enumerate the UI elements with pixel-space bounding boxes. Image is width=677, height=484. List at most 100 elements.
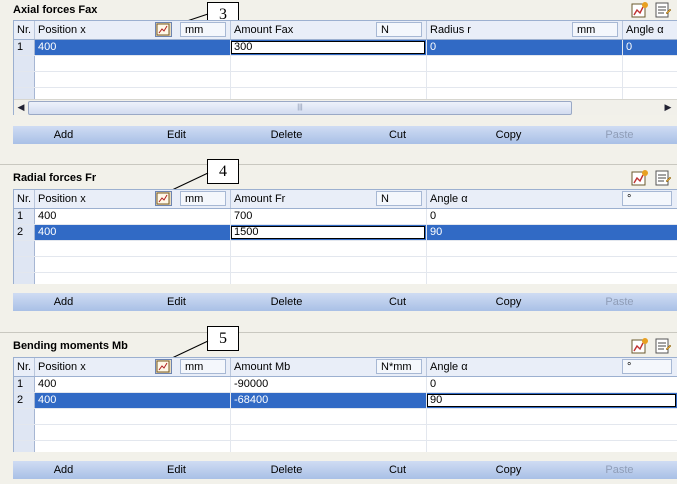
panel-divider	[0, 164, 677, 165]
delete-button[interactable]: Delete	[237, 293, 336, 311]
position-unit[interactable]: mm	[180, 359, 226, 374]
paste-button[interactable]: Paste	[570, 126, 669, 144]
empty-cell	[231, 56, 427, 71]
position-cell[interactable]: 400	[35, 225, 231, 240]
table-row-empty	[14, 56, 677, 72]
scroll-left-icon[interactable]: ◀	[14, 101, 28, 114]
notes-icon[interactable]	[654, 169, 672, 187]
row-number: 2	[14, 393, 35, 408]
empty-cell	[35, 409, 231, 424]
notes-icon[interactable]	[654, 337, 672, 355]
table-row-empty	[14, 409, 677, 425]
cut-button[interactable]: Cut	[348, 461, 447, 479]
empty-cell	[231, 425, 427, 440]
empty-cell	[231, 273, 427, 284]
table-row-empty	[14, 441, 677, 452]
amount-cell[interactable]: -90000	[231, 377, 427, 392]
empty-cell	[427, 56, 623, 71]
col-angle-label: Angle α	[430, 361, 468, 373]
chart-icon[interactable]	[631, 1, 649, 19]
position-cell[interactable]: 400	[35, 393, 231, 408]
position-chart-button[interactable]	[155, 22, 172, 37]
cut-button[interactable]: Cut	[348, 126, 447, 144]
col-nr-header: Nr.	[14, 358, 35, 376]
add-button[interactable]: Add	[14, 293, 113, 311]
table-row-empty	[14, 88, 677, 99]
delete-button[interactable]: Delete	[237, 461, 336, 479]
add-button[interactable]: Add	[14, 461, 113, 479]
delete-button[interactable]: Delete	[237, 126, 336, 144]
radius-cell[interactable]: 0	[427, 40, 623, 55]
position-unit[interactable]: mm	[180, 22, 226, 37]
copy-button[interactable]: Copy	[459, 126, 558, 144]
position-chart-button[interactable]	[155, 191, 172, 206]
table-row[interactable]: 1 400 300 0 0	[14, 40, 677, 56]
chart-icon[interactable]	[631, 169, 649, 187]
position-cell[interactable]: 400	[35, 377, 231, 392]
edit-button[interactable]: Edit	[127, 126, 226, 144]
amount-cell[interactable]: 1500	[231, 225, 427, 240]
position-chart-button[interactable]	[155, 359, 172, 374]
col-position-label: Position x	[38, 24, 86, 36]
amount-unit[interactable]: N	[376, 22, 422, 37]
amount-edit-field[interactable]: 1500	[231, 226, 425, 239]
copy-button[interactable]: Copy	[459, 461, 558, 479]
col-angle-header: Angle α	[626, 24, 664, 36]
row-number	[14, 241, 35, 256]
angle-unit[interactable]: °	[622, 359, 672, 374]
table-row-empty	[14, 273, 677, 284]
angle-cell[interactable]: 0	[623, 40, 677, 55]
row-number	[14, 273, 35, 284]
notes-icon[interactable]	[654, 1, 672, 19]
callout-label: 5	[207, 326, 239, 351]
position-cell[interactable]: 400	[35, 40, 231, 55]
cut-button[interactable]: Cut	[348, 293, 447, 311]
empty-cell	[231, 88, 427, 99]
angle-cell[interactable]: 0	[427, 209, 677, 224]
amount-cell[interactable]: -68400	[231, 393, 427, 408]
table-row[interactable]: 1 400 700 0	[14, 209, 677, 225]
amount-edit-field[interactable]: 300	[231, 41, 425, 54]
row-number: 1	[14, 209, 35, 224]
amount-unit[interactable]: N	[376, 191, 422, 206]
position-cell[interactable]: 400	[35, 209, 231, 224]
position-unit[interactable]: mm	[180, 191, 226, 206]
row-number: 2	[14, 225, 35, 240]
angle-cell[interactable]: 0	[427, 377, 677, 392]
table-row[interactable]: 2 400 1500 90	[14, 225, 677, 241]
action-toolbar: Add Edit Delete Cut Copy Paste	[13, 126, 677, 144]
paste-button[interactable]: Paste	[570, 293, 669, 311]
radial-forces-table: Nr. Position x mm Amount Fr N Angle α ° …	[13, 189, 677, 284]
amount-unit[interactable]: N*mm	[376, 359, 422, 374]
col-angle-label: Angle α	[430, 193, 468, 205]
table-header: Nr. Position x mm Amount Mb N*mm Angle α…	[14, 358, 677, 377]
chart-icon[interactable]	[631, 337, 649, 355]
panel-divider	[0, 332, 677, 333]
scroll-thumb[interactable]: |||	[28, 101, 572, 115]
table-row-empty	[14, 241, 677, 257]
angle-cell[interactable]: 90	[427, 393, 677, 408]
amount-cell[interactable]: 300	[231, 40, 427, 55]
angle-unit[interactable]: °	[622, 191, 672, 206]
row-number: 1	[14, 377, 35, 392]
amount-cell[interactable]: 700	[231, 209, 427, 224]
paste-button[interactable]: Paste	[570, 461, 669, 479]
edit-button[interactable]: Edit	[127, 293, 226, 311]
empty-cell	[35, 88, 231, 99]
col-radius-label: Radius r	[430, 24, 471, 36]
angle-cell[interactable]: 90	[427, 225, 677, 240]
copy-button[interactable]: Copy	[459, 293, 558, 311]
col-amount-label: Amount Fr	[234, 193, 286, 205]
add-button[interactable]: Add	[14, 126, 113, 144]
table-row[interactable]: 1 400 -90000 0	[14, 377, 677, 393]
table-header: Nr. Position x mm Amount Fr N Angle α °	[14, 190, 677, 209]
angle-edit-field[interactable]: 90	[427, 394, 676, 407]
table-row-empty	[14, 257, 677, 273]
edit-button[interactable]: Edit	[127, 461, 226, 479]
radius-unit[interactable]: mm	[572, 22, 618, 37]
horizontal-scrollbar[interactable]: ◀ ||| ▶	[14, 99, 677, 115]
table-row[interactable]: 2 400 -68400 90	[14, 393, 677, 409]
empty-cell	[35, 257, 231, 272]
col-position-label: Position x	[38, 361, 86, 373]
scroll-right-icon[interactable]: ▶	[661, 101, 675, 114]
